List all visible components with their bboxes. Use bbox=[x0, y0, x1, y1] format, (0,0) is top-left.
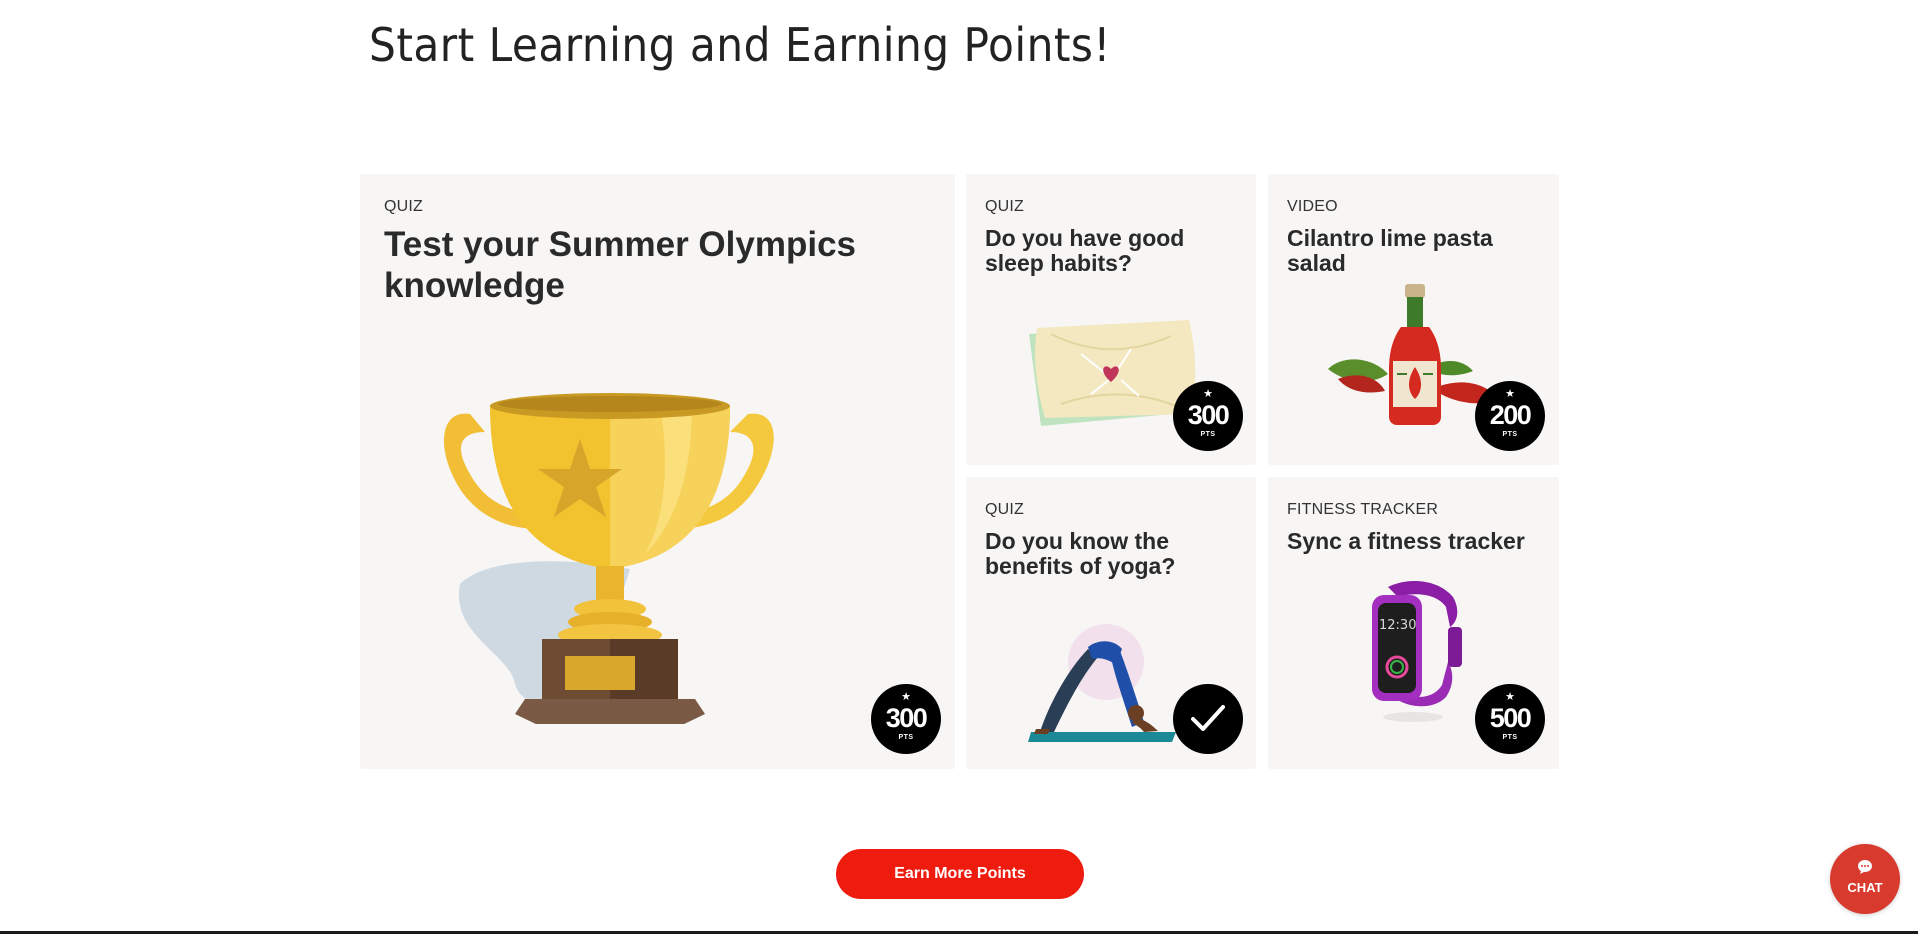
chat-bubble-icon bbox=[1858, 860, 1872, 874]
card-title: Test your Summer Olympics knowledge bbox=[384, 225, 857, 305]
points-value: 500 bbox=[1489, 703, 1532, 733]
page-title: Start Learning and Earning Points! bbox=[369, 18, 1111, 72]
card-title: Do you know the benefits of yoga? bbox=[985, 528, 1176, 579]
card-type-label: QUIZ bbox=[985, 198, 1025, 215]
card-cilantro-video[interactable]: VIDEO Cilantro lime pasta salad ★ 200 PT… bbox=[1268, 174, 1559, 465]
page: Start Learning and Earning Points! QUIZ … bbox=[0, 0, 1918, 934]
card-type-label: QUIZ bbox=[384, 198, 424, 215]
card-title: Do you have good sleep habits? bbox=[985, 225, 1185, 276]
card-type-label: QUIZ bbox=[985, 501, 1025, 518]
star-icon: ★ bbox=[1505, 691, 1515, 703]
checkmark-icon bbox=[1191, 705, 1225, 731]
card-type-label: FITNESS TRACKER bbox=[1287, 501, 1439, 518]
earn-more-points-button[interactable]: Earn More Points bbox=[836, 849, 1084, 899]
card-title: Cilantro lime pasta salad bbox=[1287, 225, 1493, 276]
star-icon: ★ bbox=[1505, 388, 1515, 400]
card-summer-olympics-quiz[interactable]: QUIZ Test your Summer Olympics knowledge… bbox=[360, 174, 955, 769]
trophy-illustration bbox=[443, 393, 774, 724]
star-icon: ★ bbox=[1203, 388, 1213, 400]
fitness-band-illustration bbox=[1372, 581, 1462, 722]
card-sleep-habits-quiz[interactable]: QUIZ Do you have good sleep habits? ★ 30… bbox=[966, 174, 1256, 465]
points-badge: ★ 300 PTS bbox=[871, 684, 941, 754]
watch-time: 12:30 bbox=[1379, 618, 1417, 633]
chat-button[interactable]: CHAT bbox=[1830, 844, 1900, 914]
completed-badge bbox=[1173, 684, 1243, 754]
card-fitness-tracker[interactable]: FITNESS TRACKER Sync a fitness tracker 1… bbox=[1268, 477, 1559, 769]
points-unit: PTS bbox=[1200, 431, 1216, 438]
points-value: 200 bbox=[1489, 400, 1532, 430]
points-unit: PTS bbox=[898, 734, 914, 741]
card-type-label: VIDEO bbox=[1287, 198, 1338, 215]
card-title: Sync a fitness tracker bbox=[1287, 528, 1525, 554]
star-icon: ★ bbox=[901, 691, 911, 703]
points-value: 300 bbox=[885, 703, 928, 733]
points-badge: ★ 300 PTS bbox=[1173, 381, 1243, 451]
points-unit: PTS bbox=[1502, 431, 1518, 438]
points-badge: ★ 500 PTS bbox=[1475, 684, 1545, 754]
chat-label: CHAT bbox=[1847, 880, 1883, 895]
yoga-pose-illustration bbox=[1028, 624, 1176, 742]
card-yoga-quiz[interactable]: QUIZ Do you know the benefits of yoga? bbox=[966, 477, 1256, 769]
points-unit: PTS bbox=[1502, 734, 1518, 741]
points-badge: ★ 200 PTS bbox=[1475, 381, 1545, 451]
points-value: 300 bbox=[1187, 400, 1230, 430]
